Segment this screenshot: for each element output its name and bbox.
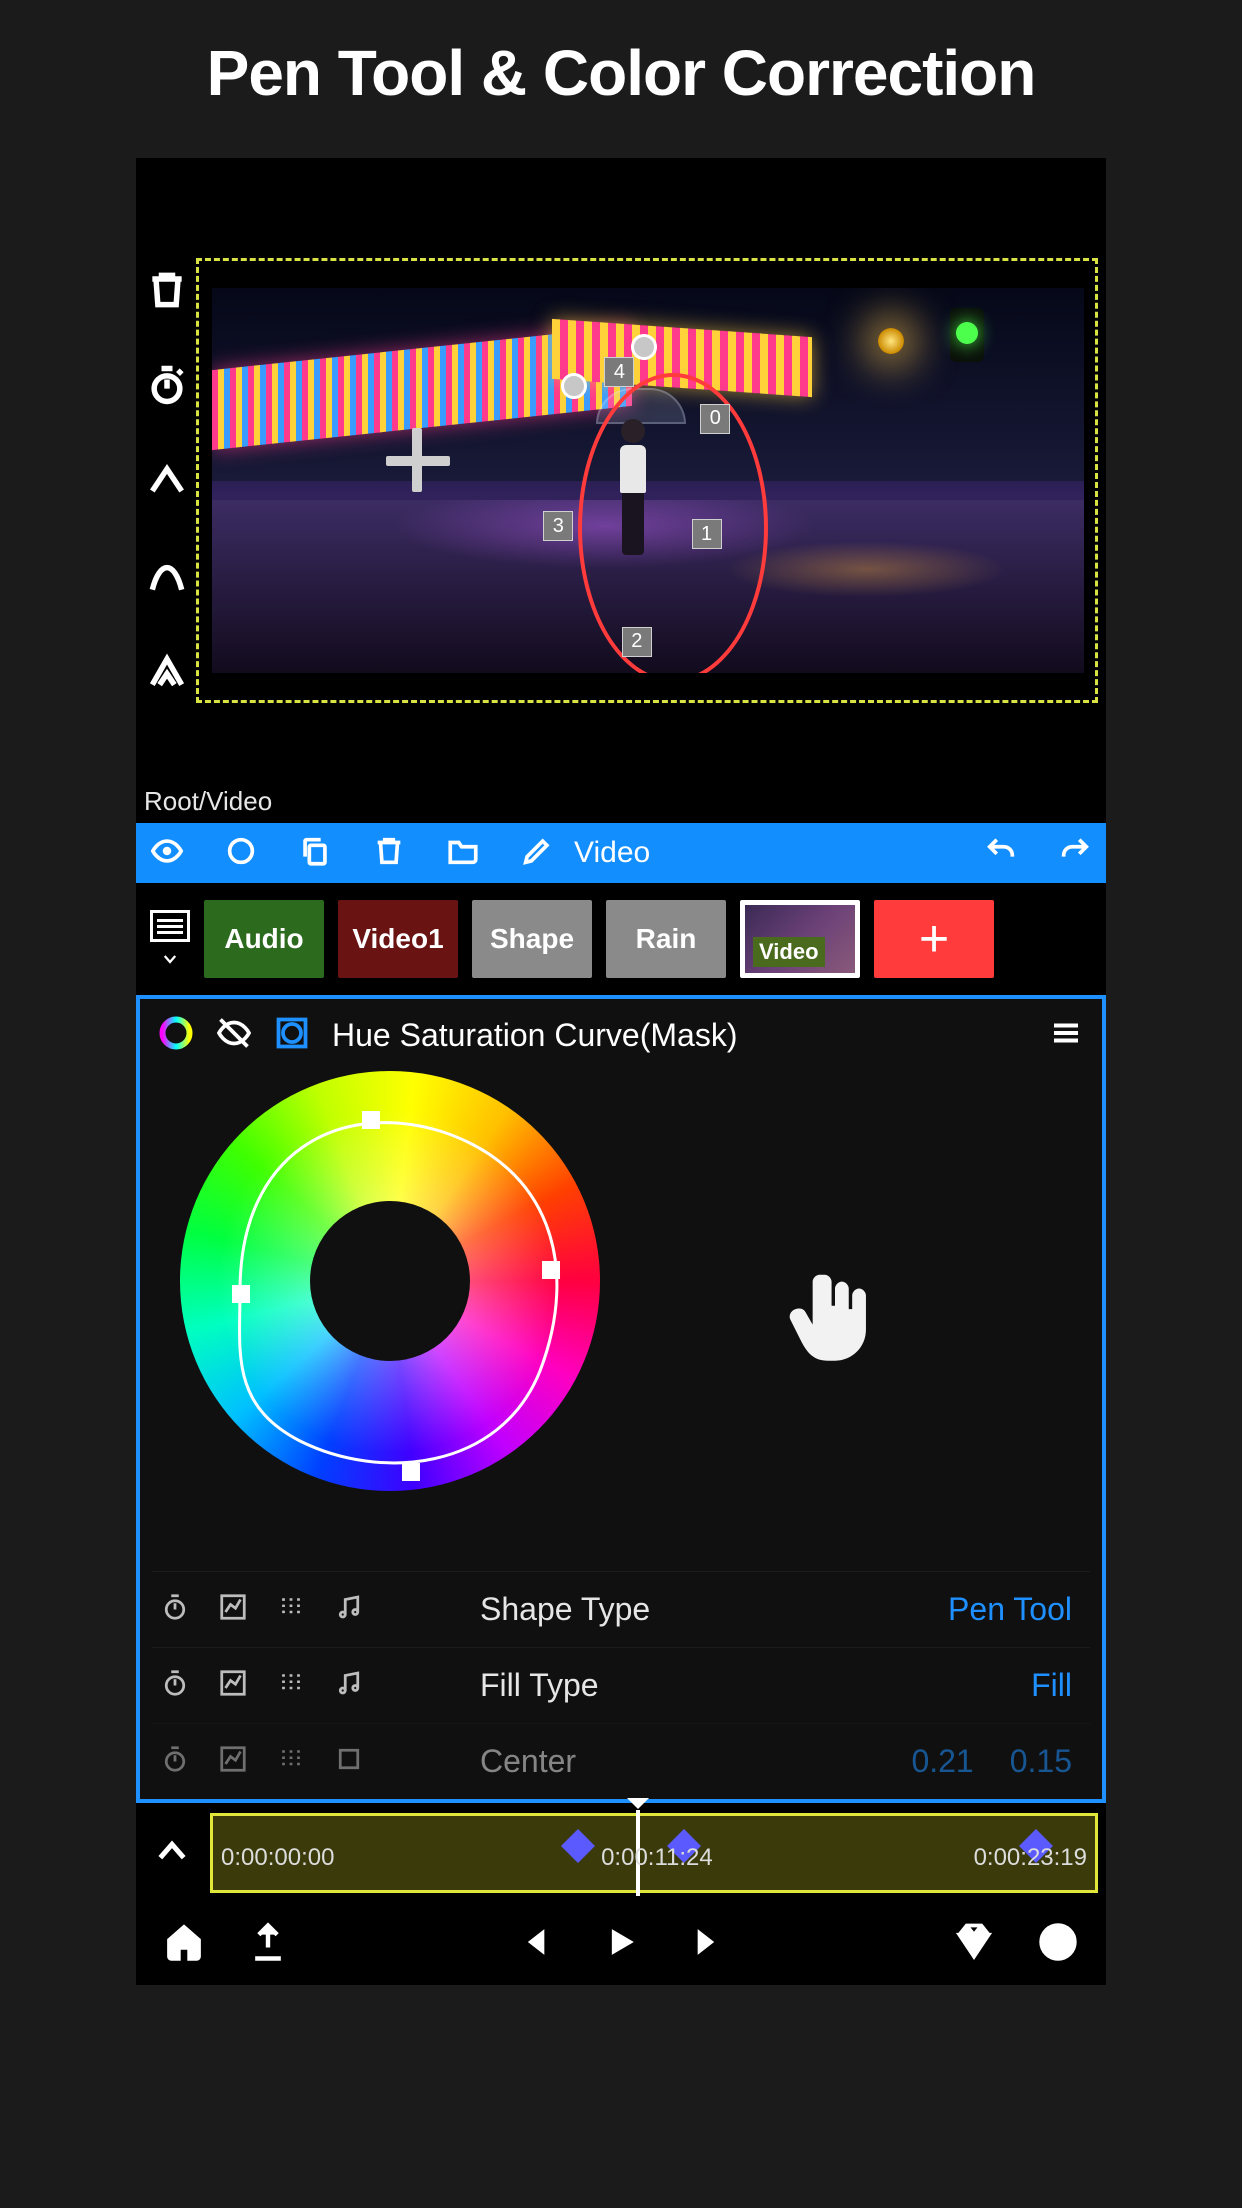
hue-panel-header: Hue Saturation Curve(Mask) [140, 999, 1102, 1071]
step-forward-icon[interactable] [683, 1920, 727, 1969]
circle-icon[interactable] [224, 834, 258, 873]
pointer-hand-icon [780, 1261, 890, 1371]
curve-handle[interactable] [402, 1463, 420, 1481]
trash-icon[interactable] [372, 834, 406, 873]
property-rows: Shape Type Pen Tool Fill Type Fill [140, 1571, 1102, 1799]
layer-name-label[interactable]: Video [574, 836, 650, 870]
page-title: Pen Tool & Color Correction [0, 0, 1242, 158]
undo-icon[interactable] [984, 834, 1018, 873]
folder-icon[interactable] [446, 834, 480, 873]
timecode-current: 0:00:11:24 [601, 1844, 713, 1872]
stopwatch-icon[interactable] [160, 1744, 190, 1779]
prop-row-shape-type: Shape Type Pen Tool [152, 1571, 1090, 1647]
curve-handle[interactable] [542, 1261, 560, 1279]
prop-value[interactable]: Pen Tool [910, 1591, 1090, 1628]
saturation-curve-overlay[interactable] [180, 1071, 600, 1491]
street-lamp [878, 328, 904, 354]
shake-icon[interactable] [276, 1744, 306, 1779]
layer-chip-video-selected[interactable]: Video [740, 900, 860, 978]
prop-value-pair[interactable]: 0.21 0.15 [910, 1743, 1090, 1780]
prop-label: Fill Type [480, 1667, 882, 1704]
keyframe-marker[interactable] [561, 1829, 595, 1863]
prop-value-x[interactable]: 0.21 [911, 1743, 973, 1780]
timeline[interactable]: 0:00:00:00 0:00:11:24 0:00:23:19 [210, 1813, 1098, 1893]
export-icon[interactable] [246, 1920, 290, 1969]
stopwatch-icon[interactable] [160, 1668, 190, 1703]
music-icon[interactable] [334, 1668, 364, 1703]
hide-icon[interactable] [216, 1015, 252, 1056]
preview-left-toolbar [140, 268, 194, 697]
prop-value[interactable]: Fill [910, 1667, 1090, 1704]
eye-icon[interactable] [150, 834, 184, 873]
layer-chip-rain[interactable]: Rain [606, 900, 726, 978]
color-wheel-area[interactable] [140, 1071, 1102, 1571]
person-figure [613, 419, 653, 559]
video-canvas[interactable]: 4 0 1 2 3 [212, 288, 1084, 673]
color-wheel-icon[interactable] [158, 1015, 194, 1056]
move-up-icon[interactable] [145, 458, 189, 507]
prop-row-center: Center 0.21 0.15 [152, 1723, 1090, 1799]
collapse-up-icon[interactable] [152, 1831, 192, 1876]
graph-icon[interactable] [218, 1668, 248, 1703]
music-icon[interactable] [334, 1592, 364, 1627]
diamond-icon[interactable] [952, 1920, 996, 1969]
editor-frame: 4 0 1 2 3 Root/Video Video Audio Video1 … [136, 158, 1106, 1985]
layer-chip-shape[interactable]: Shape [472, 900, 592, 978]
add-layer-button[interactable]: + [874, 900, 994, 978]
hue-panel-title: Hue Saturation Curve(Mask) [332, 1017, 1026, 1054]
shake-icon[interactable] [276, 1592, 306, 1627]
traffic-light [950, 308, 984, 362]
mask-icon[interactable] [274, 1015, 310, 1056]
prop-value-y[interactable]: 0.15 [1010, 1743, 1072, 1780]
help-icon[interactable] [1036, 1920, 1080, 1969]
redo-icon[interactable] [1058, 834, 1092, 873]
curve-icon[interactable] [145, 553, 189, 602]
prop-label: Shape Type [480, 1591, 882, 1628]
layer-toolbar: Video [136, 823, 1106, 883]
layer-chip-audio[interactable]: Audio [204, 900, 324, 978]
menu-icon[interactable] [1048, 1015, 1084, 1056]
preview-area[interactable]: 4 0 1 2 3 Root/Video [136, 158, 1106, 823]
layer-strip: Audio Video1 Shape Rain Video + [136, 883, 1106, 995]
chevron-down-icon [156, 950, 184, 968]
shake-icon[interactable] [276, 1668, 306, 1703]
breadcrumb[interactable]: Root/Video [144, 786, 272, 817]
layer-chip-video1[interactable]: Video1 [338, 900, 458, 978]
prop-row-fill-type: Fill Type Fill [152, 1647, 1090, 1723]
copy-icon[interactable] [298, 834, 332, 873]
layer-list-toggle[interactable] [150, 910, 190, 968]
square-icon[interactable] [334, 1744, 364, 1779]
graph-icon[interactable] [218, 1744, 248, 1779]
step-back-icon[interactable] [515, 1920, 559, 1969]
timecode-start: 0:00:00:00 [221, 1844, 334, 1872]
curve-handle[interactable] [362, 1111, 380, 1129]
stopwatch-icon[interactable] [160, 1592, 190, 1627]
home-icon[interactable] [162, 1920, 206, 1969]
pen-point-icon[interactable] [145, 648, 189, 697]
graph-icon[interactable] [218, 1592, 248, 1627]
play-icon[interactable] [599, 1920, 643, 1969]
trash-icon[interactable] [145, 268, 189, 317]
curve-handle[interactable] [232, 1285, 250, 1303]
prop-label: Center [480, 1743, 882, 1780]
timecode-end: 0:00:23:19 [974, 1844, 1087, 1872]
bottom-bar [136, 1903, 1106, 1985]
timeline-area: 0:00:00:00 0:00:11:24 0:00:23:19 [136, 1803, 1106, 1903]
stopwatch-icon[interactable] [145, 363, 189, 412]
hue-saturation-panel: Hue Saturation Curve(Mask) [136, 995, 1106, 1803]
rename-icon[interactable] [520, 834, 554, 873]
center-cross-icon [386, 456, 450, 466]
layer-chip-video-label: Video [753, 937, 825, 967]
